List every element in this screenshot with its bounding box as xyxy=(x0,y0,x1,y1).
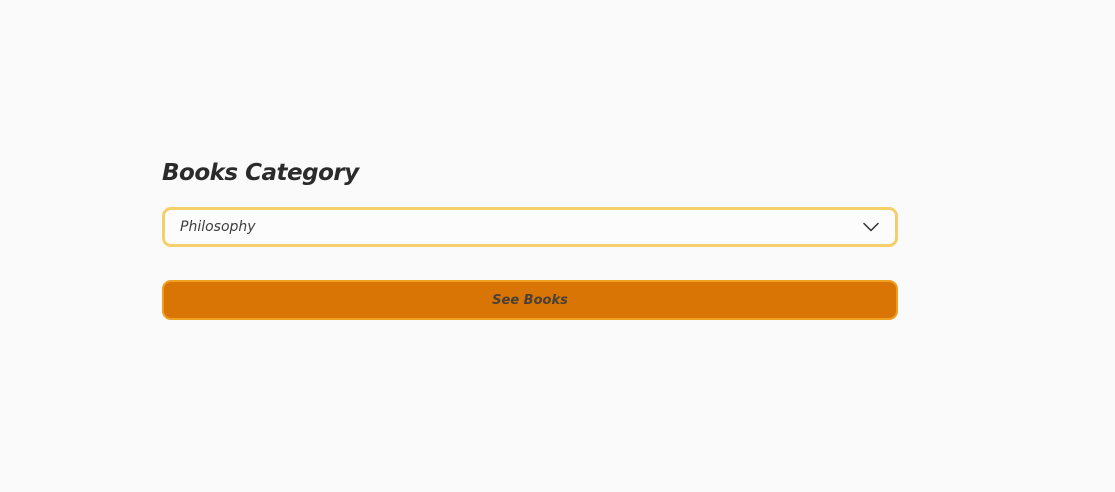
see-books-button[interactable]: See Books xyxy=(162,280,898,320)
category-select-value: Philosophy xyxy=(180,219,256,235)
page-title: Books Category xyxy=(162,160,359,186)
chevron-down-icon xyxy=(863,222,879,232)
page: Books Category Philosophy See Books xyxy=(0,0,1115,492)
see-books-button-label: See Books xyxy=(492,292,568,308)
books-category-form: Books Category Philosophy See Books xyxy=(162,155,898,320)
category-select[interactable]: Philosophy xyxy=(162,207,898,247)
